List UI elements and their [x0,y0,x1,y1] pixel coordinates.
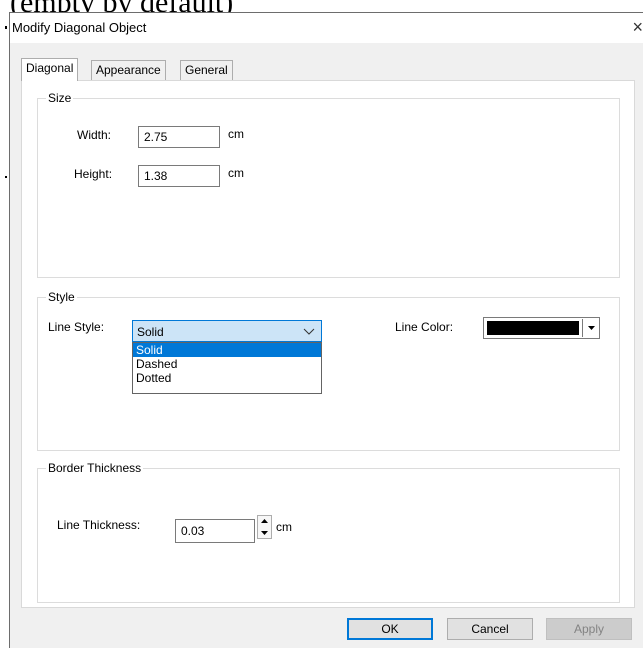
line-thickness-unit: cm [276,520,292,534]
tab-panel-diagonal: Size Width: 2.75 cm Height: 1.38 cm Styl… [21,80,635,608]
line-style-label: Line Style: [48,320,105,334]
line-style-combo[interactable]: Solid [132,320,322,342]
line-color-swatch [487,321,579,335]
line-thickness-input[interactable]: 0.03 [175,519,255,543]
line-thickness-spinner[interactable] [257,515,272,539]
ok-button[interactable]: OK [347,618,433,640]
border-thickness-group-label: Border Thickness [46,461,144,475]
apply-button[interactable]: Apply [546,618,632,640]
tab-general[interactable]: General [180,60,233,80]
line-style-option-solid[interactable]: Solid [133,343,321,357]
style-group-label: Style [46,290,77,304]
chevron-down-icon [303,328,315,335]
background-mark [5,176,7,178]
height-label: Height: [74,167,113,181]
line-style-selected: Solid [137,325,164,339]
width-unit: cm [228,127,244,141]
tab-appearance[interactable]: Appearance [91,60,166,80]
size-group-label: Size [46,91,74,105]
line-style-option-dashed[interactable]: Dashed [133,357,321,371]
dropdown-arrow-icon [588,326,595,330]
line-color-label: Line Color: [395,320,454,334]
cancel-button[interactable]: Cancel [447,618,533,640]
border-thickness-group: Border Thickness Line Thickness: 0.03 cm [37,461,620,603]
line-thickness-label: Line Thickness: [57,518,141,532]
modify-diagonal-dialog: Modify Diagonal Object × Diagonal Appear… [9,12,643,648]
tab-diagonal[interactable]: Diagonal [21,58,79,81]
background-mark [5,26,7,29]
spin-up-icon[interactable] [258,516,271,527]
close-icon[interactable]: × [629,18,643,36]
dialog-title: Modify Diagonal Object [12,20,147,35]
title-bar: Modify Diagonal Object × [10,13,643,43]
color-picker-separator [582,319,583,337]
spin-down-icon[interactable] [258,527,271,538]
line-style-dropdown: Solid Dashed Dotted [132,342,322,394]
size-group: Size Width: 2.75 cm Height: 1.38 cm [37,91,620,278]
width-label: Width: [77,128,112,142]
line-style-option-dotted[interactable]: Dotted [133,371,321,385]
width-input[interactable]: 2.75 [138,126,220,148]
line-color-picker[interactable] [483,317,600,339]
height-unit: cm [228,166,244,180]
height-input[interactable]: 1.38 [138,165,220,187]
style-group: Style Line Style: Solid Solid Dashed Dot… [37,290,620,451]
